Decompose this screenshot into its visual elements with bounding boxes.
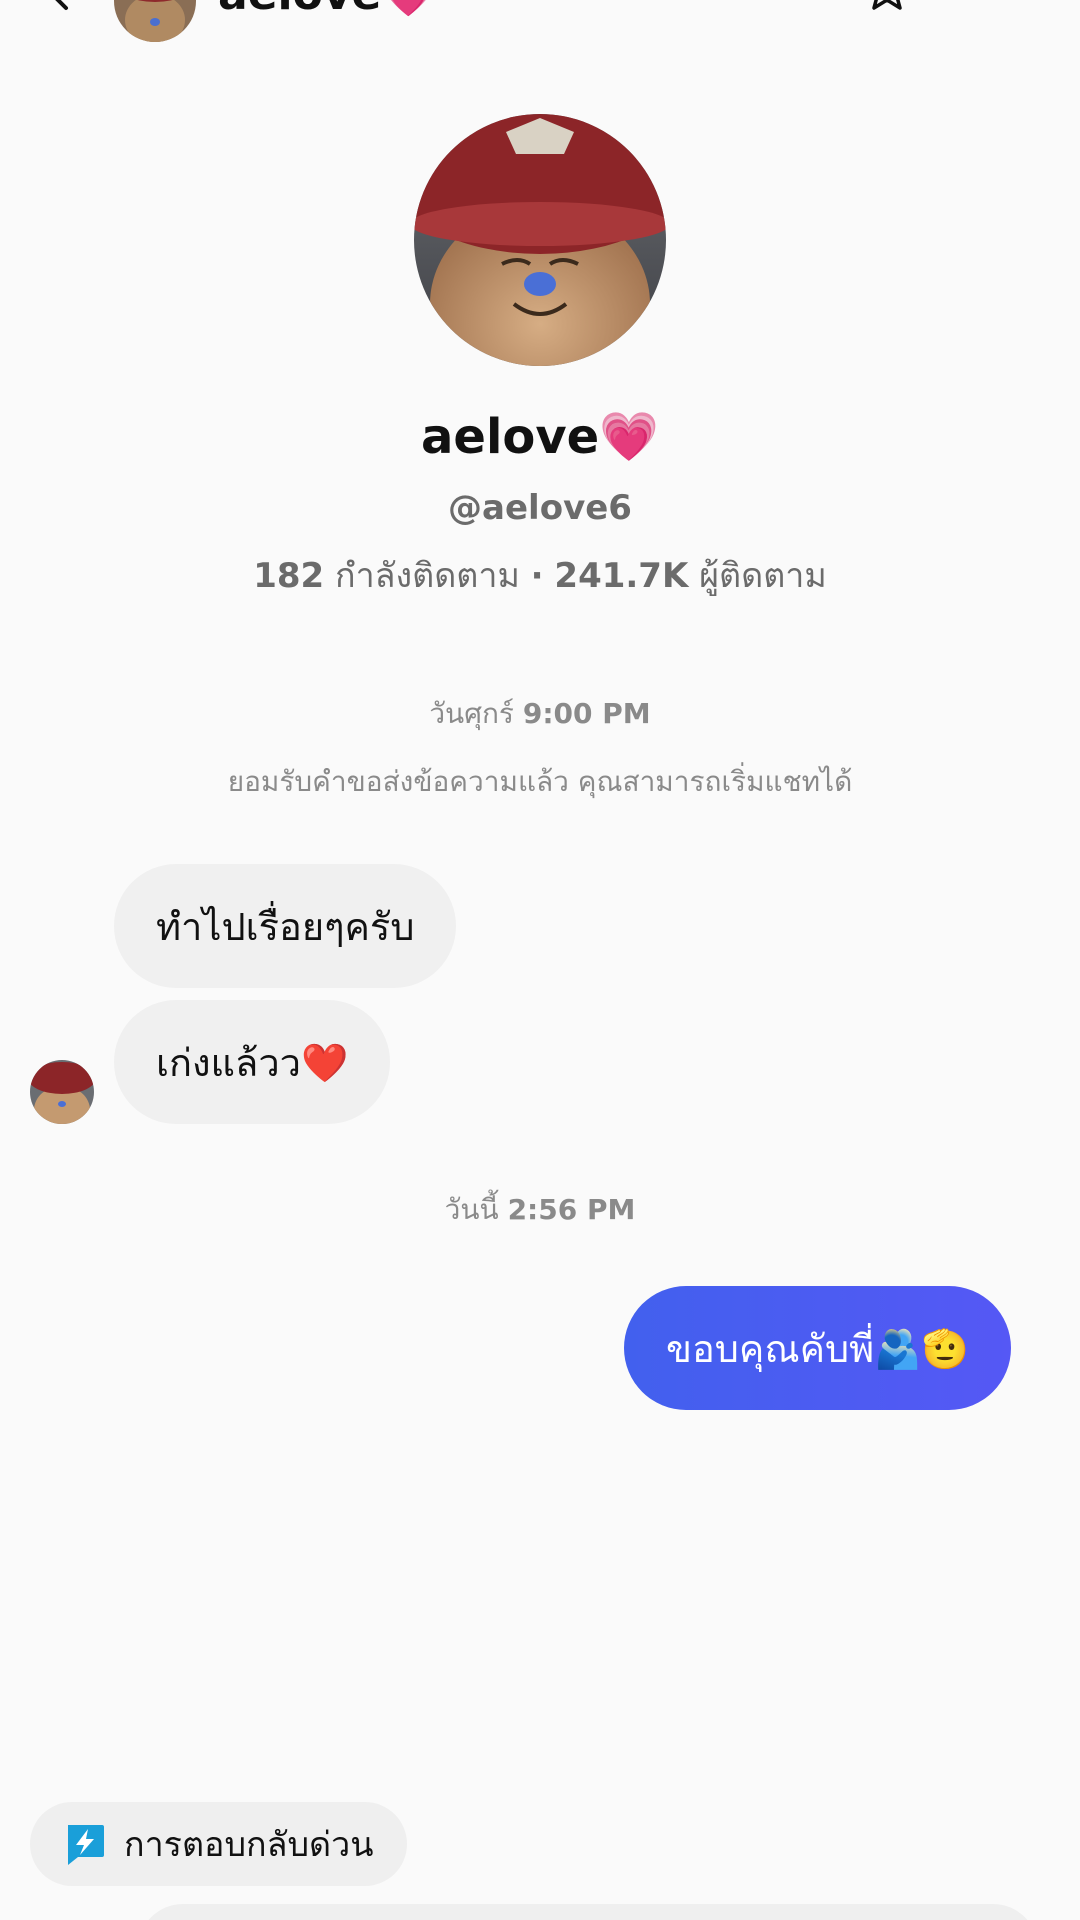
header-name-emoji: 💗 xyxy=(381,0,436,20)
header-name-text: aelove xyxy=(218,0,381,20)
incoming-message-bubble[interactable]: ทำไปเรื่อยๆครับ xyxy=(114,864,457,988)
display-name-emoji: 💗 xyxy=(599,409,659,465)
lightning-bolt-icon xyxy=(68,1825,104,1865)
following-label: กำลังติดตาม xyxy=(335,556,520,596)
message-text: ทำไปเรื่อยๆครับ xyxy=(156,904,415,949)
stats-separator: · xyxy=(530,556,544,596)
incoming-message-bubble[interactable]: เก่งแล้วว❤️ xyxy=(114,1000,391,1124)
following-count: 182 xyxy=(253,556,325,596)
sender-avatar[interactable] xyxy=(30,1060,94,1124)
timestamp-day: วันศุกร์ xyxy=(429,697,514,730)
profile-display-name: aelove💗 xyxy=(0,408,1080,465)
quick-reply-label: การตอบกลับด่วน xyxy=(124,1825,374,1865)
outgoing-message-bubble[interactable]: ขอบคุณคับพี่🫂🫡 xyxy=(624,1286,1011,1410)
followers-label: ผู้ติดตาม xyxy=(699,556,827,596)
profile-stats: 182 กำลังติดตาม · 241.7K ผู้ติดตาม xyxy=(0,548,1080,602)
timestamp-day: วันนี้ xyxy=(444,1193,499,1226)
chat-screen: aelove💗 @aelove6 182 กำลังติดตาม · 241.7… xyxy=(0,0,1080,1920)
header-avatar[interactable] xyxy=(114,0,196,42)
profile-handle: @aelove6 xyxy=(448,488,632,528)
timestamp-today: วันนี้ 2:56 PM xyxy=(0,1188,1080,1232)
message-text: ขอบคุณคับพี่🫂🫡 xyxy=(666,1326,969,1371)
back-arrow-icon[interactable] xyxy=(40,0,80,12)
header-username[interactable]: aelove💗 xyxy=(218,0,436,20)
timestamp-time: 2:56 PM xyxy=(507,1193,636,1226)
message-text: เก่งแล้วว❤️ xyxy=(156,1040,349,1085)
timestamp-friday: วันศุกร์ 9:00 PM xyxy=(0,692,1080,736)
profile-avatar[interactable] xyxy=(414,114,666,366)
top-bar: aelove💗 xyxy=(0,0,1080,42)
star-icon[interactable] xyxy=(862,0,912,14)
system-message: ยอมรับคำขอส่งข้อความแล้ว คุณสามารถเริ่มแ… xyxy=(227,765,853,798)
timestamp-time: 9:00 PM xyxy=(522,697,651,730)
quick-reply-button[interactable]: การตอบกลับด่วน xyxy=(30,1802,408,1886)
message-input[interactable] xyxy=(138,1904,1038,1920)
display-name-text: aelove xyxy=(421,409,600,465)
followers-count: 241.7K xyxy=(554,556,689,596)
